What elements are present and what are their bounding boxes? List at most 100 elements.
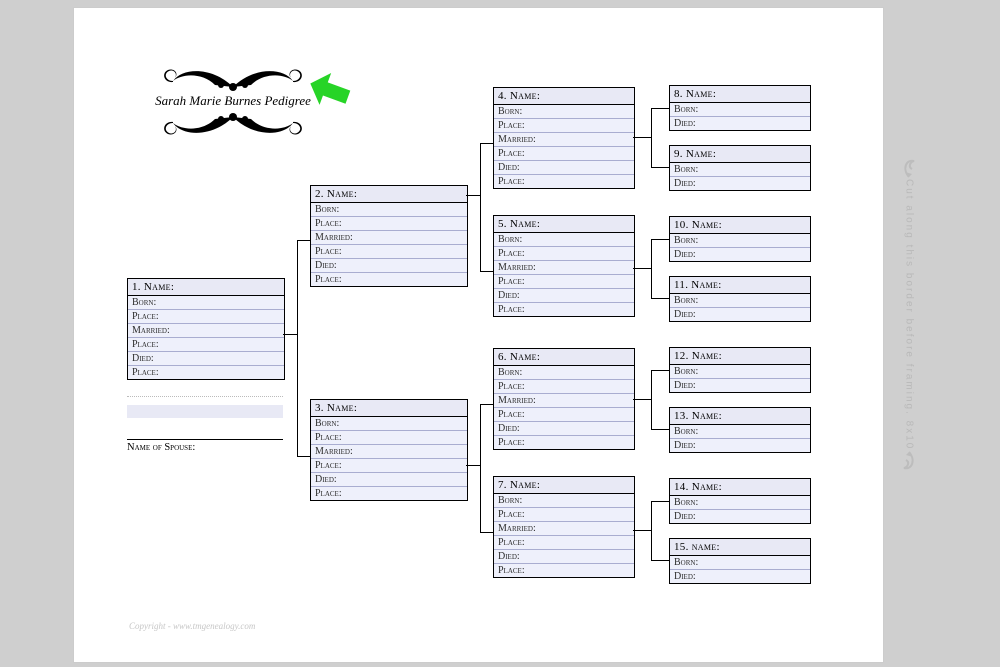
- label-born: Born:: [311, 417, 467, 431]
- label-place: Place:: [494, 380, 634, 394]
- connector: [480, 532, 493, 533]
- person-6-header: 6. Name:: [494, 349, 634, 366]
- person-13-header: 13. Name:: [670, 408, 810, 425]
- connector: [651, 429, 669, 430]
- connector: [466, 465, 480, 466]
- spouse-slot: [127, 396, 283, 437]
- person-14-header: 14. Name:: [670, 479, 810, 496]
- label-died: Died:: [670, 308, 810, 321]
- label-born: Born:: [128, 296, 284, 310]
- cut-instruction-text: Cut along this border before framing. 8x…: [904, 179, 915, 450]
- connector: [651, 501, 669, 502]
- person-12-header: 12. Name:: [670, 348, 810, 365]
- label-married: Married:: [494, 133, 634, 147]
- person-2-header: 2. Name:: [311, 186, 467, 203]
- label-place: Place:: [311, 459, 467, 473]
- connector: [633, 268, 651, 269]
- person-2-box: 2. Name: Born: Place: Married: Place: Di…: [310, 185, 468, 287]
- person-7-header: 7. Name:: [494, 477, 634, 494]
- label-place: Place:: [128, 310, 284, 324]
- copyright: Copyright - www.tmgenealogy.com: [129, 621, 255, 631]
- label-place: Place:: [494, 247, 634, 261]
- spouse-block: Name of Spouse:: [127, 396, 283, 453]
- label-died: Died:: [670, 177, 810, 190]
- flourish-top-icon: [133, 59, 333, 95]
- curl-bottom-icon: [900, 450, 918, 474]
- connector: [633, 530, 651, 531]
- label-born: Born:: [670, 496, 810, 510]
- person-12-box: 12. Name: Born: Died:: [669, 347, 811, 393]
- label-born: Born:: [670, 103, 810, 117]
- person-6-box: 6. Name: Born: Place: Married: Place: Di…: [493, 348, 635, 450]
- label-place: Place:: [494, 564, 634, 577]
- person-4-header: 4. Name:: [494, 88, 634, 105]
- person-5-box: 5. Name: Born: Place: Married: Place: Di…: [493, 215, 635, 317]
- person-7-box: 7. Name: Born: Place: Married: Place: Di…: [493, 476, 635, 578]
- label-born: Born:: [311, 203, 467, 217]
- label-died: Died:: [311, 259, 467, 273]
- connector: [651, 298, 669, 299]
- person-13-box: 13. Name: Born: Died:: [669, 407, 811, 453]
- label-place: Place:: [494, 508, 634, 522]
- label-married: Married:: [128, 324, 284, 338]
- person-9-box: 9. Name: Born: Died:: [669, 145, 811, 191]
- person-10-header: 10. Name:: [670, 217, 810, 234]
- connector: [651, 370, 669, 371]
- person-3-box: 3. Name: Born: Place: Married: Place: Di…: [310, 399, 468, 501]
- label-died: Died:: [670, 248, 810, 261]
- connector: [480, 404, 493, 405]
- label-died: Died:: [494, 289, 634, 303]
- label-married: Married:: [311, 445, 467, 459]
- person-10-box: 10. Name: Born: Died:: [669, 216, 811, 262]
- connector: [651, 239, 669, 240]
- label-died: Died:: [494, 161, 634, 175]
- connector: [651, 167, 669, 168]
- label-place: Place:: [128, 366, 284, 379]
- paper: Sarah Marie Burnes Pedigree 1. Name: Bor…: [93, 25, 865, 645]
- person-5-header: 5. Name:: [494, 216, 634, 233]
- label-place: Place:: [494, 147, 634, 161]
- label-place: Place:: [311, 487, 467, 500]
- connector: [651, 370, 652, 429]
- connector: [480, 143, 493, 144]
- connector: [297, 456, 310, 457]
- label-born: Born:: [670, 234, 810, 248]
- person-11-box: 11. Name: Born: Died:: [669, 276, 811, 322]
- pedigree-title: Sarah Marie Burnes Pedigree: [133, 93, 333, 109]
- stage: Cut along this border before framing. 8x…: [0, 0, 1000, 667]
- person-1-header: 1. Name:: [128, 279, 284, 296]
- label-born: Born:: [494, 233, 634, 247]
- person-8-header: 8. Name:: [670, 86, 810, 103]
- person-15-header: 15. name:: [670, 539, 810, 556]
- connector: [651, 108, 669, 109]
- connector: [651, 239, 652, 298]
- flourish-bottom-icon: [133, 109, 333, 145]
- label-born: Born:: [670, 163, 810, 177]
- label-born: Born:: [494, 105, 634, 119]
- label-place: Place:: [494, 303, 634, 316]
- person-14-box: 14. Name: Born: Died:: [669, 478, 811, 524]
- green-arrow-icon: [307, 70, 355, 112]
- connector: [480, 271, 493, 272]
- label-died: Died:: [670, 439, 810, 452]
- connector: [466, 195, 480, 196]
- label-married: Married:: [311, 231, 467, 245]
- label-place: Place:: [494, 536, 634, 550]
- label-born: Born:: [670, 294, 810, 308]
- person-3-header: 3. Name:: [311, 400, 467, 417]
- label-place: Place:: [311, 245, 467, 259]
- connector: [297, 240, 298, 456]
- label-place: Place:: [494, 119, 634, 133]
- label-born: Born:: [670, 425, 810, 439]
- label-married: Married:: [494, 394, 634, 408]
- label-place: Place:: [128, 338, 284, 352]
- label-place: Place:: [311, 273, 467, 286]
- connector: [297, 240, 310, 241]
- connector: [480, 404, 481, 532]
- label-married: Married:: [494, 522, 634, 536]
- label-born: Born:: [670, 556, 810, 570]
- label-died: Died:: [311, 473, 467, 487]
- label-born: Born:: [494, 494, 634, 508]
- label-place: Place:: [494, 436, 634, 449]
- connector: [480, 143, 481, 271]
